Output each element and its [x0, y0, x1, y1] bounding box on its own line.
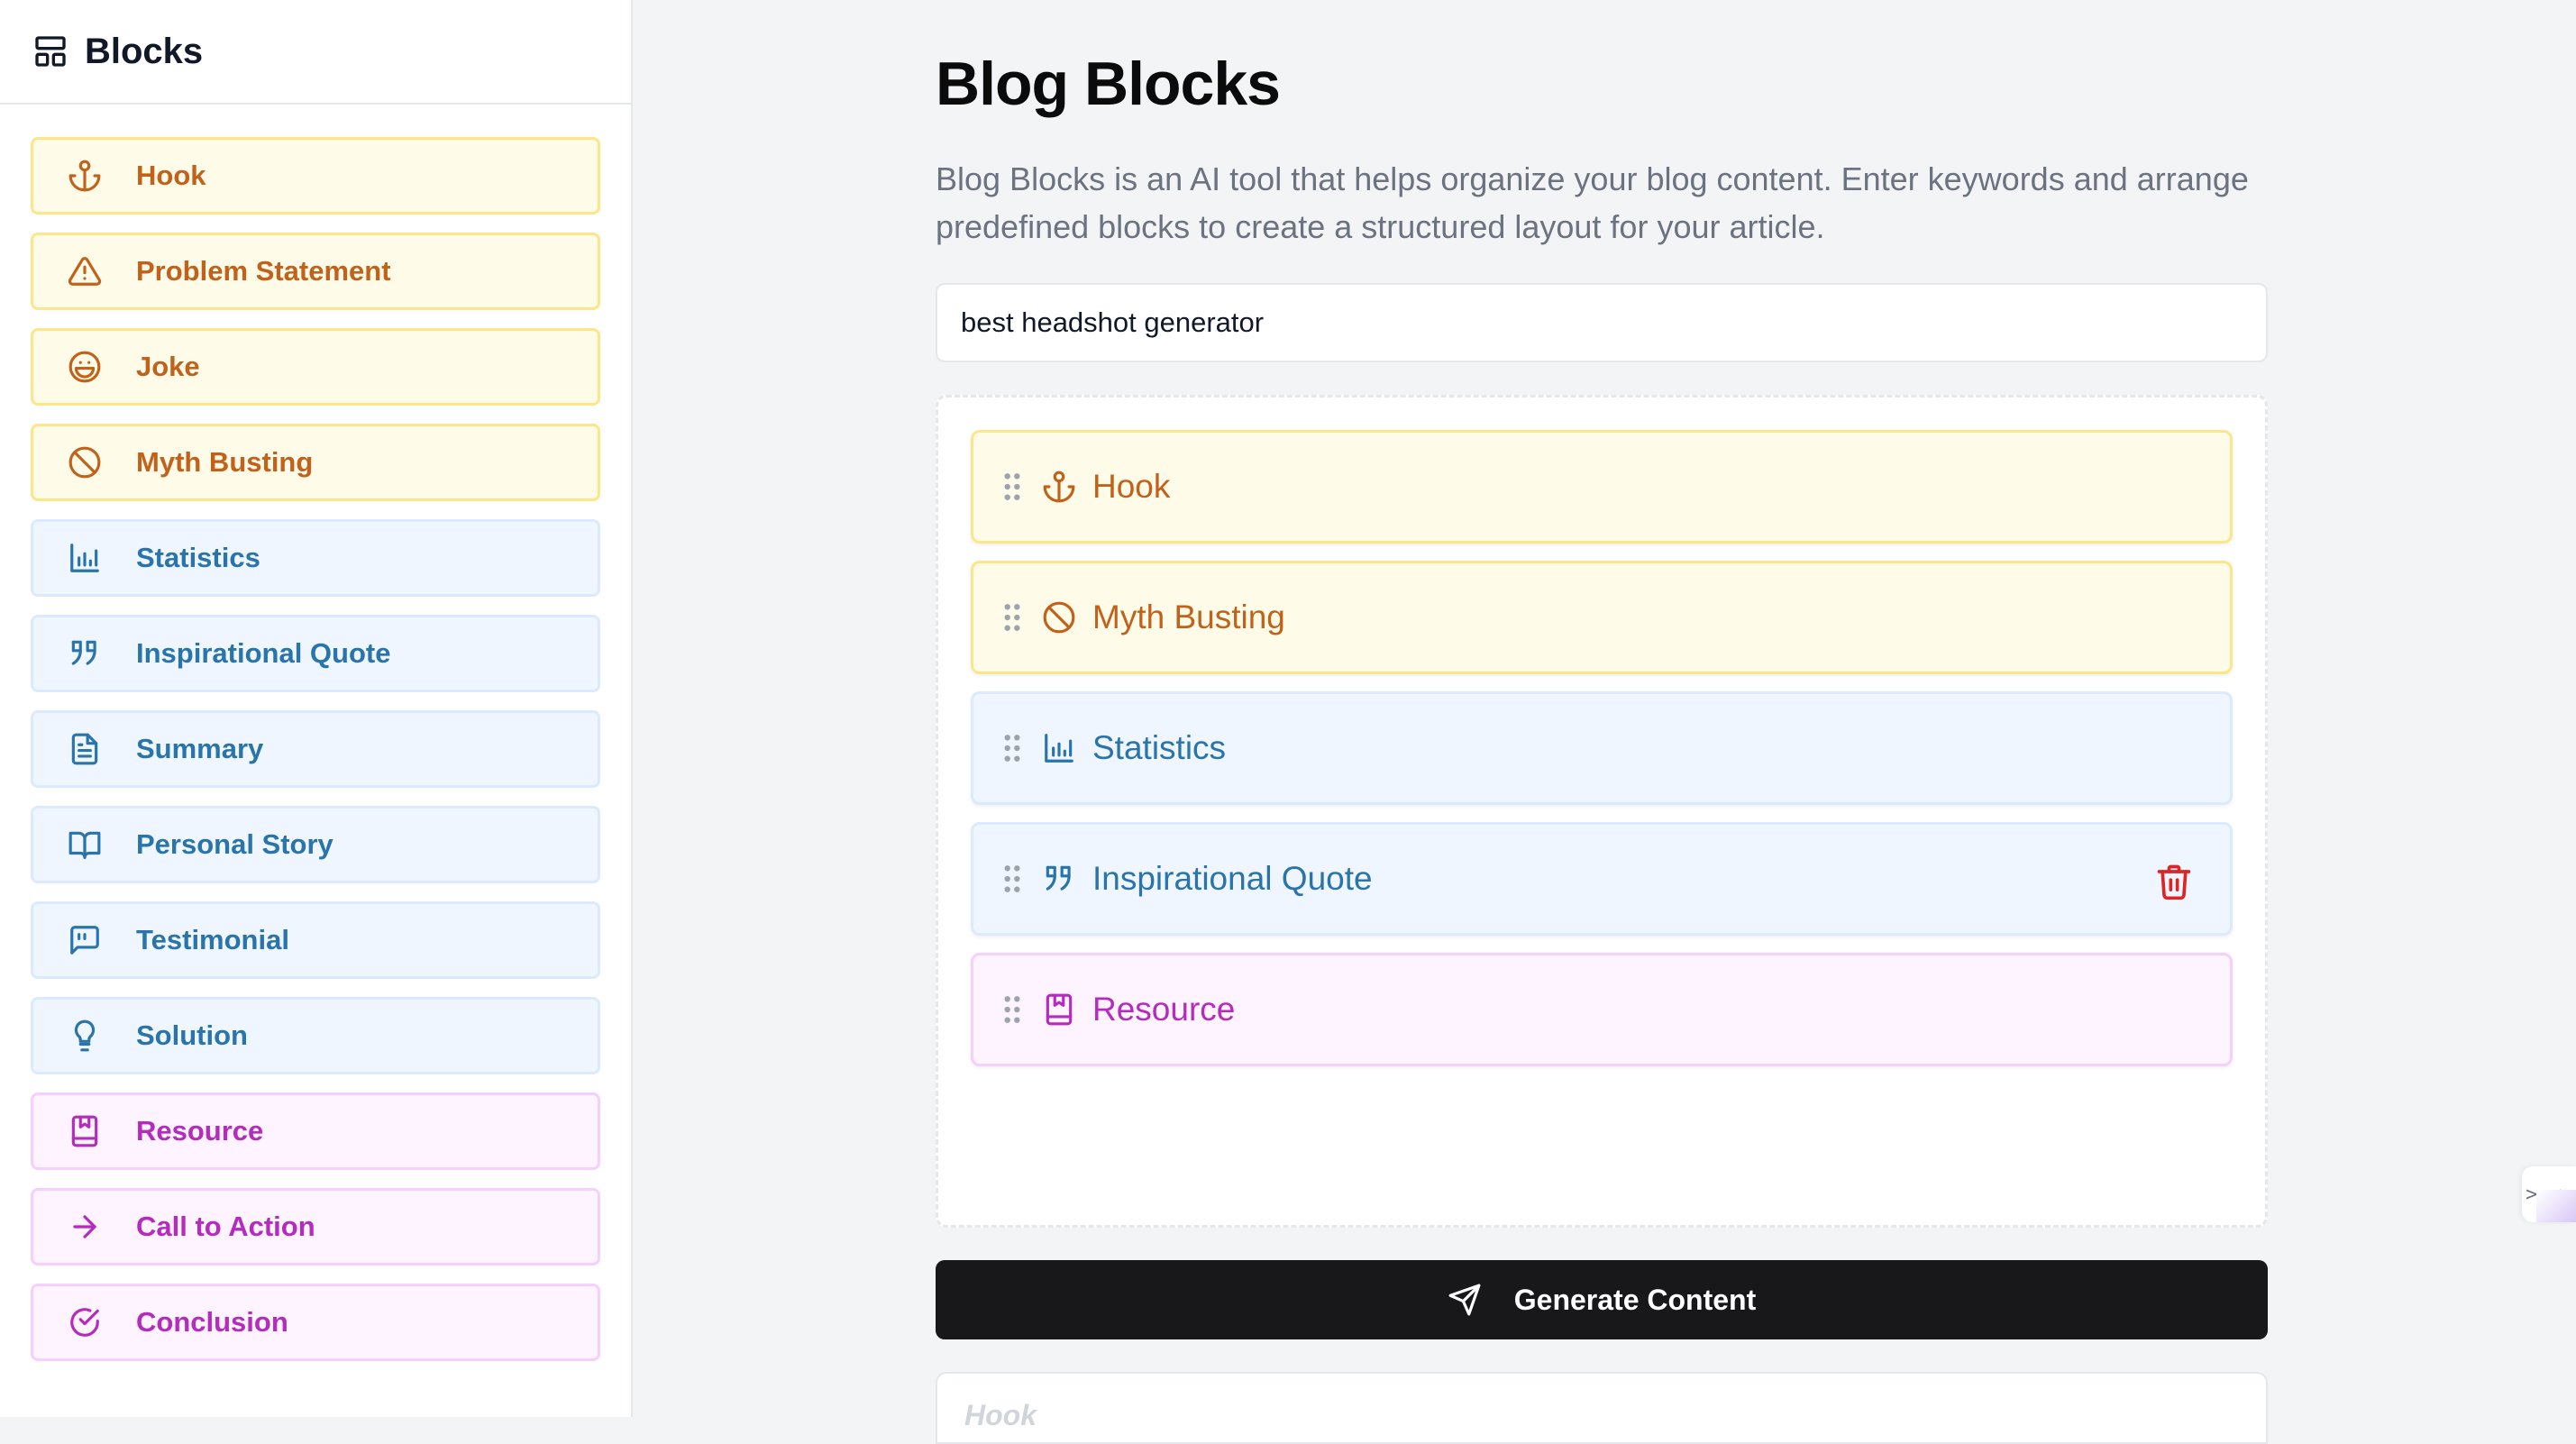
sidebar-block-label: Summary — [136, 733, 264, 764]
sidebar-block-label: Problem Statement — [136, 255, 391, 287]
drag-handle-icon[interactable] — [1002, 864, 1022, 894]
ban-icon — [68, 445, 102, 480]
sidebar-block-label: Personal Story — [136, 828, 333, 860]
block-dropzone[interactable]: Hook Myth Busting Statistics Inspirational … — [936, 395, 2268, 1228]
drag-handle-icon[interactable] — [1002, 602, 1022, 633]
canvas-block-label: Inspirational Quote — [1092, 860, 1373, 897]
sidebar: Blocks Hook Problem Statement Joke Myth Bus… — [0, 0, 633, 1417]
delete-block-icon[interactable] — [2154, 861, 2194, 902]
drag-handle-icon[interactable] — [1002, 994, 1022, 1025]
generate-content-button[interactable]: Generate Content — [936, 1260, 2268, 1339]
message-quote-icon — [68, 923, 102, 957]
page-title: Blog Blocks — [936, 50, 1281, 118]
sidebar-block-label: Joke — [136, 351, 200, 382]
side-panel-toggle[interactable]: >_< — [2522, 1166, 2576, 1222]
canvas-block-label: Hook — [1092, 468, 1171, 505]
laugh-icon — [68, 350, 102, 384]
generate-content-label: Generate Content — [1513, 1283, 1757, 1316]
anchor-icon — [68, 159, 102, 193]
sidebar-block-personal-story[interactable]: Personal Story — [31, 806, 600, 883]
layout-icon — [32, 33, 69, 69]
canvas-block-label: Myth Busting — [1092, 599, 1285, 635]
page-description: Blog Blocks is an AI tool that helps org… — [936, 160, 2249, 245]
sidebar-block-summary[interactable]: Summary — [31, 710, 600, 788]
canvas-block-myth-busting[interactable]: Myth Busting — [971, 561, 2233, 674]
sidebar-block-solution[interactable]: Solution — [31, 997, 600, 1074]
sidebar-block-label: Statistics — [136, 542, 260, 573]
sidebar-block-label: Hook — [136, 160, 206, 191]
canvas-block-statistics[interactable]: Statistics — [971, 691, 2233, 805]
sidebar-block-label: Testimonial — [136, 924, 289, 955]
sidebar-block-myth-busting[interactable]: Myth Busting — [31, 424, 600, 501]
bar-chart-icon — [68, 541, 102, 575]
side-panel-decoration — [2536, 1190, 2576, 1222]
drag-handle-icon[interactable] — [1002, 471, 1022, 502]
ban-icon — [1042, 600, 1076, 635]
keyword-input[interactable] — [936, 283, 2268, 362]
quote-icon — [68, 636, 102, 671]
sidebar-block-inspirational-quote[interactable]: Inspirational Quote — [31, 615, 600, 692]
bar-chart-icon — [1042, 731, 1076, 765]
send-icon — [1448, 1283, 1482, 1317]
sidebar-block-call-to-action[interactable]: Call to Action — [31, 1188, 600, 1266]
canvas-block-inspirational-quote[interactable]: Inspirational Quote — [971, 822, 2233, 936]
drag-handle-icon[interactable] — [1002, 733, 1022, 763]
canvas-block-hook[interactable]: Hook — [971, 430, 2233, 544]
bookmark-book-icon — [1042, 992, 1076, 1027]
quote-icon — [1042, 862, 1076, 896]
sidebar-block-conclusion[interactable]: Conclusion — [31, 1284, 600, 1361]
sidebar-block-label: Resource — [136, 1115, 264, 1147]
output-preview-card: Hook — [936, 1372, 2268, 1444]
sidebar-block-testimonial[interactable]: Testimonial — [31, 901, 600, 979]
canvas-block-label: Resource — [1092, 991, 1236, 1028]
sidebar-block-hook[interactable]: Hook — [31, 137, 600, 215]
sidebar-block-problem-statement[interactable]: Problem Statement — [31, 233, 600, 310]
output-preview-heading: Hook — [964, 1399, 1037, 1431]
file-text-icon — [68, 732, 102, 766]
main-panel: Blog Blocks Blog Blocks is an AI tool th… — [936, 0, 2268, 1444]
sidebar-block-label: Inspirational Quote — [136, 637, 391, 669]
bookmark-book-icon — [68, 1114, 102, 1148]
sidebar-block-label: Solution — [136, 1019, 248, 1051]
sidebar-block-label: Call to Action — [136, 1211, 315, 1242]
sidebar-block-label: Myth Busting — [136, 446, 314, 478]
sidebar-block-resource[interactable]: Resource — [31, 1092, 600, 1170]
check-circle-icon — [68, 1305, 102, 1339]
sidebar-block-joke[interactable]: Joke — [31, 328, 600, 406]
sidebar-title: Blocks — [85, 31, 204, 71]
arrow-right-icon — [68, 1210, 102, 1244]
warning-icon — [68, 254, 102, 288]
book-open-icon — [68, 827, 102, 862]
sidebar-header: Blocks — [0, 0, 631, 105]
canvas-block-label: Statistics — [1092, 729, 1227, 766]
canvas-block-resource[interactable]: Resource — [971, 953, 2233, 1066]
anchor-icon — [1042, 470, 1076, 504]
sidebar-block-label: Conclusion — [136, 1306, 288, 1338]
block-palette: Hook Problem Statement Joke Myth Busting Sta… — [0, 105, 631, 1361]
lightbulb-icon — [68, 1019, 102, 1053]
sidebar-block-statistics[interactable]: Statistics — [31, 519, 600, 597]
